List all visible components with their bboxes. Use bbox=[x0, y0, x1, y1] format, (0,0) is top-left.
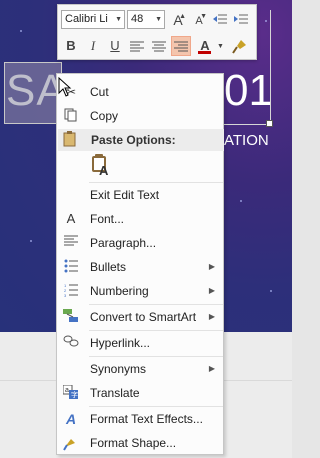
copy-icon bbox=[63, 108, 79, 124]
svg-text:3: 3 bbox=[64, 293, 67, 297]
increase-indent-icon bbox=[234, 14, 248, 24]
align-center-icon bbox=[152, 41, 166, 52]
font-a-icon: A bbox=[66, 211, 76, 226]
italic-button[interactable]: I bbox=[83, 36, 103, 56]
font-color-swatch bbox=[198, 51, 211, 54]
smartart-icon bbox=[63, 309, 79, 325]
slide-subtitle[interactable]: ATION bbox=[224, 132, 269, 149]
submenu-arrow-icon: ▶ bbox=[208, 312, 215, 321]
menu-item-bullets[interactable]: Bullets ▶ bbox=[57, 255, 223, 279]
paste-options-label: Paste Options: bbox=[91, 133, 176, 147]
font-size-combo[interactable]: 48 ▼ bbox=[127, 10, 165, 29]
align-right-button[interactable] bbox=[171, 36, 191, 56]
mini-toolbar: Calibri Li ▼ 48 ▼ A ▲ A ▼ B I U A ▼ bbox=[57, 4, 257, 60]
selection-border bbox=[270, 10, 271, 124]
menu-item-hyperlink[interactable]: Hyperlink... bbox=[57, 331, 223, 355]
paste-text-letter: A bbox=[99, 163, 109, 178]
paragraph-icon bbox=[63, 235, 79, 251]
underline-button[interactable]: U bbox=[105, 36, 125, 56]
bullets-icon bbox=[63, 259, 79, 275]
selection-border bbox=[224, 124, 271, 125]
menu-item-label: Bullets bbox=[90, 260, 127, 274]
slide-title-right[interactable]: 01 bbox=[224, 66, 273, 116]
font-color-button[interactable]: A bbox=[195, 36, 215, 56]
submenu-arrow-icon: ▶ bbox=[208, 286, 215, 295]
menu-item-label: Translate bbox=[90, 386, 140, 400]
chevron-down-icon[interactable]: ▼ bbox=[217, 43, 224, 50]
decrease-indent-icon bbox=[213, 14, 227, 24]
link-icon bbox=[63, 335, 79, 351]
menu-item-label: Font... bbox=[90, 212, 125, 226]
menu-item-label: Paragraph... bbox=[90, 236, 157, 250]
context-menu: ✂ Cut Copy Paste Options: A Exit Edit Te… bbox=[56, 73, 224, 455]
menu-item-label: Format Shape... bbox=[90, 436, 177, 450]
menu-item-paragraph[interactable]: Paragraph... bbox=[57, 231, 223, 255]
submenu-arrow-icon: ▶ bbox=[208, 262, 215, 271]
font-name-combo[interactable]: Calibri Li ▼ bbox=[61, 10, 125, 29]
paste-options-header: Paste Options: bbox=[58, 129, 224, 151]
align-center-button[interactable] bbox=[149, 36, 169, 56]
bold-button[interactable]: B bbox=[61, 36, 81, 56]
paste-keep-text-only-button[interactable]: A bbox=[90, 154, 112, 180]
align-left-icon bbox=[130, 41, 144, 52]
numbering-icon: 123 bbox=[63, 283, 79, 299]
format-painter-button[interactable] bbox=[230, 36, 250, 56]
menu-item-exit-edit-text[interactable]: Exit Edit Text bbox=[57, 183, 223, 207]
font-name-value: Calibri Li bbox=[65, 13, 108, 25]
mouse-cursor-icon bbox=[58, 77, 72, 97]
resize-handle[interactable] bbox=[266, 120, 273, 127]
menu-item-label: Exit Edit Text bbox=[90, 188, 160, 202]
menu-item-label: Numbering bbox=[90, 284, 149, 298]
decrease-indent-button[interactable] bbox=[210, 10, 230, 30]
font-size-value: 48 bbox=[131, 13, 144, 25]
shrink-font-button[interactable]: A ▼ bbox=[189, 10, 209, 30]
align-right-icon bbox=[174, 41, 188, 52]
menu-item-translate[interactable]: a字 Translate bbox=[57, 381, 223, 405]
grow-font-button[interactable]: A ▲ bbox=[168, 10, 188, 30]
menu-item-label: Copy bbox=[90, 109, 119, 123]
menu-item-label: Hyperlink... bbox=[90, 336, 151, 350]
menu-item-label: Cut bbox=[90, 85, 109, 99]
menu-item-copy[interactable]: Copy bbox=[57, 104, 223, 128]
menu-item-font[interactable]: A Font... bbox=[57, 207, 223, 231]
menu-item-format-text-effects[interactable]: A Format Text Effects... bbox=[57, 407, 223, 431]
menu-item-label: Synonyms bbox=[90, 362, 147, 376]
chevron-down-icon: ▼ bbox=[115, 16, 122, 23]
menu-item-numbering[interactable]: 123 Numbering ▶ bbox=[57, 279, 223, 303]
svg-text:a: a bbox=[65, 387, 69, 394]
align-left-button[interactable] bbox=[127, 36, 147, 56]
chevron-down-icon: ▼ bbox=[155, 16, 162, 23]
menu-item-synonyms[interactable]: Synonyms ▶ bbox=[57, 357, 223, 381]
format-shape-icon bbox=[63, 435, 79, 451]
menu-item-cut[interactable]: ✂ Cut bbox=[57, 80, 223, 104]
increase-indent-button[interactable] bbox=[231, 10, 251, 30]
menu-item-format-shape[interactable]: Format Shape... bbox=[57, 431, 223, 455]
clipboard-icon bbox=[63, 131, 77, 150]
translate-icon: a字 bbox=[62, 384, 79, 401]
text-effects-icon: A bbox=[65, 411, 77, 427]
svg-text:字: 字 bbox=[71, 390, 78, 399]
paintbrush-icon bbox=[232, 40, 246, 54]
menu-item-convert-smartart[interactable]: Convert to SmartArt ▶ bbox=[57, 305, 223, 329]
menu-item-label: Format Text Effects... bbox=[90, 412, 203, 426]
menu-item-label: Convert to SmartArt bbox=[90, 310, 197, 324]
submenu-arrow-icon: ▶ bbox=[208, 364, 215, 373]
